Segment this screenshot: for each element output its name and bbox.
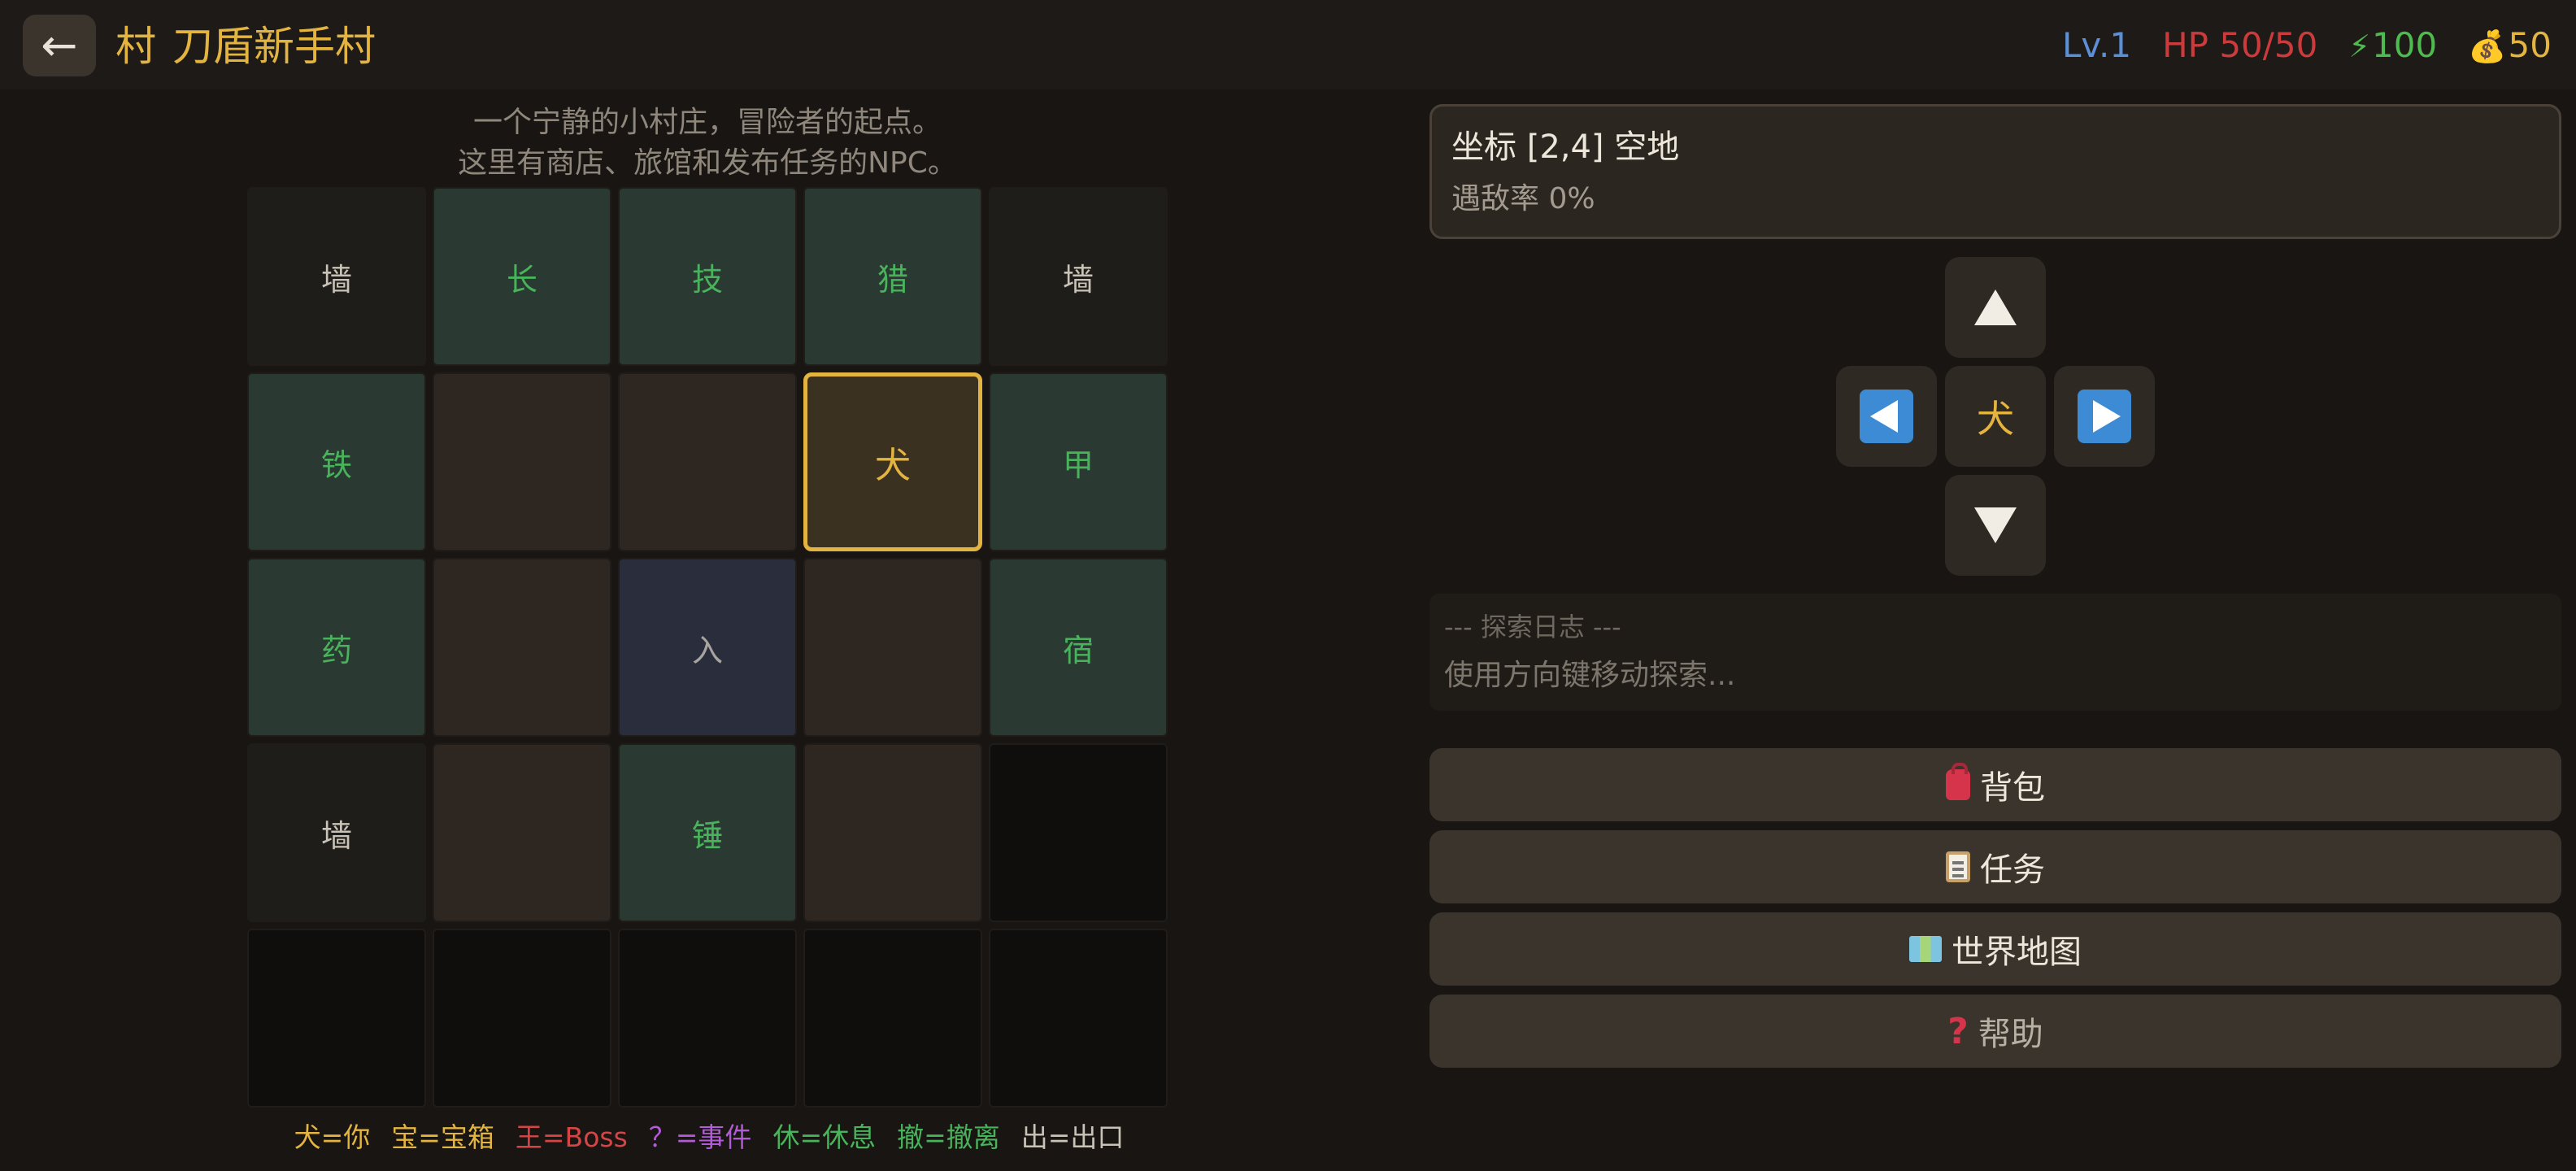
legend-boss: 王=Boss <box>515 1121 628 1153</box>
world-map-button[interactable]: 世界地图 <box>1429 912 2561 986</box>
legend-event: ？=事件 <box>648 1121 752 1153</box>
world-map-label: 世界地图 <box>1952 934 2082 971</box>
help-label: 帮助 <box>1978 1016 2043 1053</box>
move-up-button[interactable] <box>1945 257 2046 358</box>
map-tile-empty[interactable] <box>247 929 426 1108</box>
legend-player: 犬=你 <box>294 1121 371 1153</box>
legend-retreat: 撤=撤离 <box>897 1121 1000 1153</box>
arrow-left-key-icon <box>1860 390 1913 443</box>
map-tile-npc[interactable]: 长 <box>433 187 611 366</box>
arrow-left-icon: ← <box>41 20 78 71</box>
area-name: 刀盾新手村 <box>172 23 376 70</box>
description-line: 一个宁静的小村庄，冒险者的起点。 <box>472 106 942 139</box>
log-title: --- 探索日志 --- <box>1444 612 1621 642</box>
energy-stat: ⚡100 <box>2348 23 2437 69</box>
quest-button[interactable]: 任务 <box>1429 830 2561 903</box>
exploration-log: --- 探索日志 --- 使用方向键移动探索... <box>1429 594 2561 711</box>
map-tile-wall[interactable]: 墙 <box>989 187 1168 366</box>
map-grid: 墙长技猎墙铁犬甲药入宿墙锤 <box>247 187 1171 1111</box>
map-tile-entrance[interactable]: 入 <box>618 558 797 737</box>
legend-exit: 出=出口 <box>1020 1121 1125 1153</box>
area-description: 一个宁静的小村庄，冒险者的起点。 这里有商店、旅馆和发布任务的NPC。 <box>244 102 1171 184</box>
map-tile-wall[interactable]: 墙 <box>247 187 426 366</box>
map-tile-wall[interactable]: 墙 <box>247 743 426 922</box>
map-tile-npc[interactable]: 技 <box>618 187 797 366</box>
money-bag-icon: 💰 <box>2468 28 2507 64</box>
map-tile-empty[interactable] <box>989 929 1168 1108</box>
map-legend: 犬=你 宝=宝箱 王=Boss ？=事件 休=休息 撤=撤离 出=出口 <box>247 1119 1171 1156</box>
back-button[interactable]: ← <box>23 15 96 76</box>
lightning-icon: ⚡ <box>2348 28 2371 64</box>
page-title: 村刀盾新手村 <box>115 18 376 75</box>
player-stats: Lv.1 HP 50/50 ⚡100 💰50 <box>2062 23 2552 68</box>
map-tile-empty[interactable] <box>803 929 982 1108</box>
village-marker: 村 <box>115 23 156 70</box>
map-tile-floor[interactable] <box>433 743 611 922</box>
arrow-right-key-icon <box>2078 390 2131 443</box>
arrow-up-icon <box>1974 289 2017 325</box>
map-tile-npc[interactable]: 甲 <box>989 372 1168 551</box>
map-tile-floor[interactable] <box>803 558 982 737</box>
map-tile-npc[interactable]: 铁 <box>247 372 426 551</box>
tile-coordinate: 坐标 [2,4] 空地 <box>1451 128 1680 166</box>
question-mark-icon: ? <box>1947 1010 1969 1052</box>
bag-label: 背包 <box>1980 769 2045 807</box>
map-tile-floor[interactable] <box>433 372 611 551</box>
top-bar: ← 村刀盾新手村 Lv.1 HP 50/50 ⚡100 💰50 <box>0 0 2576 89</box>
map-tile-empty[interactable] <box>433 929 611 1108</box>
legend-rest: 休=休息 <box>772 1121 877 1153</box>
map-tile-npc[interactable]: 猎 <box>803 187 982 366</box>
hp-stat: HP 50/50 <box>2162 25 2318 65</box>
bag-button[interactable]: 背包 <box>1429 748 2561 821</box>
map-tile-empty[interactable] <box>989 743 1168 922</box>
tile-info-panel: 坐标 [2,4] 空地 遇敌率 0% <box>1429 104 2561 239</box>
level-stat: Lv.1 <box>2061 25 2132 65</box>
description-line: 这里有商店、旅馆和发布任务的NPC。 <box>458 146 957 180</box>
player-position-indicator: 犬 <box>1945 366 2046 467</box>
log-entry: 使用方向键移动探索... <box>1444 659 1736 692</box>
gold-value: 50 <box>2508 24 2552 65</box>
legend-chest: 宝=宝箱 <box>391 1121 494 1153</box>
player-tile[interactable]: 犬 <box>803 372 982 551</box>
map-tile-npc[interactable]: 宿 <box>989 558 1168 737</box>
move-right-button[interactable] <box>2054 366 2155 467</box>
move-left-button[interactable] <box>1836 366 1937 467</box>
arrow-down-icon <box>1974 507 2017 543</box>
help-button[interactable]: ? 帮助 <box>1429 995 2561 1068</box>
map-icon <box>1909 936 1942 962</box>
map-tile-floor[interactable] <box>618 372 797 551</box>
map-tile-empty[interactable] <box>618 929 797 1108</box>
gold-stat: 💰50 <box>2468 23 2552 69</box>
encounter-rate: 遇敌率 0% <box>1451 182 1595 215</box>
map-tile-floor[interactable] <box>803 743 982 922</box>
map-tile-floor[interactable] <box>433 558 611 737</box>
map-tile-npc[interactable]: 锤 <box>618 743 797 922</box>
quest-label: 任务 <box>1980 851 2045 889</box>
clipboard-icon <box>1946 851 1970 882</box>
energy-value: 100 <box>2372 24 2438 65</box>
map-tile-npc[interactable]: 药 <box>247 558 426 737</box>
move-down-button[interactable] <box>1945 475 2046 576</box>
backpack-icon <box>1946 763 1970 800</box>
